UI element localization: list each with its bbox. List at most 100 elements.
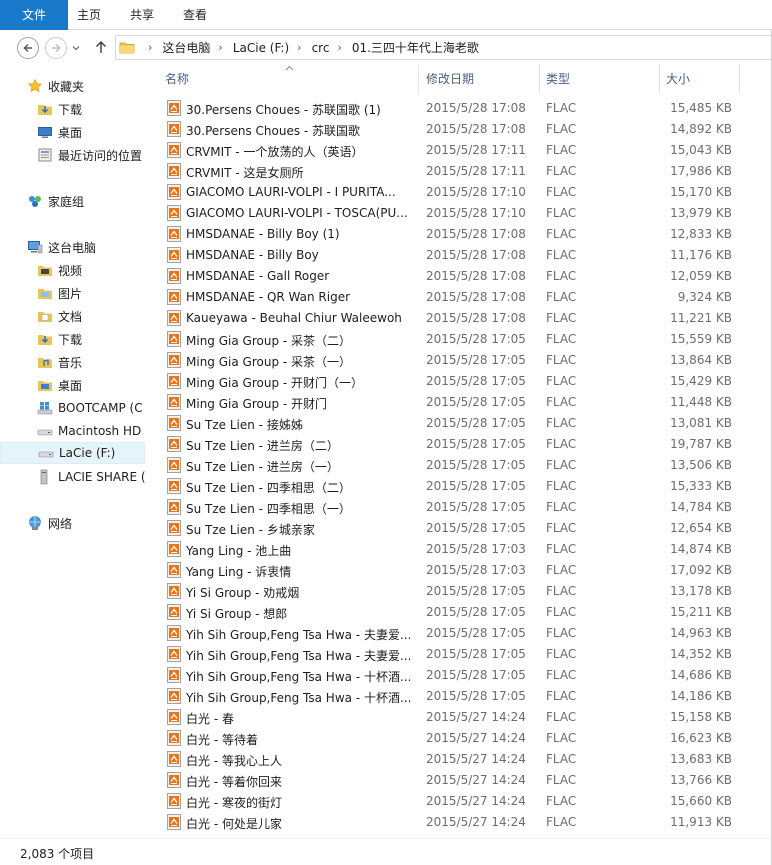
file-row[interactable]: Ming Gia Group - 开财门 2015/5/28 17:05 FLAC 1… xyxy=(160,392,772,413)
sidebar-item-bootcamp[interactable]: BOOTCAMP (C xyxy=(0,397,152,419)
sidebar-item-pictures[interactable]: 图片 xyxy=(0,282,152,304)
file-row[interactable]: Ming Gia Group - 采茶（一） 2015/5/28 17:05 FLA… xyxy=(160,350,772,371)
file-row[interactable]: Su Tze Lien - 进兰房（一） 2015/5/28 17:05 FLAC 1… xyxy=(160,455,772,476)
tab-share[interactable]: 共享 xyxy=(120,0,164,30)
file-row[interactable]: Su Tze Lien - 四季相思（一） 2015/5/28 17:05 FLAC… xyxy=(160,497,772,518)
sidebar-label: 桌面 xyxy=(58,125,83,140)
file-name: Su Tze Lien - 四季相思（一） xyxy=(186,502,351,516)
file-row[interactable]: Kaueyawa - Beuhal Chiur Waleewoh 2015/5/2… xyxy=(160,308,772,329)
file-row[interactable]: Su Tze Lien - 乡城亲家 2015/5/28 17:05 FLAC 12,… xyxy=(160,518,772,539)
breadcrumb-lacie[interactable]: LaCie (F:) xyxy=(233,41,289,55)
file-row[interactable]: 白光 - 何处是儿家 2015/5/27 14:24 FLAC 11,913 KB xyxy=(160,812,772,833)
file-row[interactable]: HMSDANAE - Billy Boy (1) 2015/5/28 17:08 F… xyxy=(160,224,772,245)
file-size: 13,864 KB xyxy=(670,353,732,367)
file-row[interactable]: 30.Persens Choues - 苏联国歌 (1) 2015/5/28 17… xyxy=(160,98,772,119)
column-divider[interactable] xyxy=(539,64,540,94)
file-row[interactable]: Yih Sih Group,Feng Tsa Hwa - 夫妻爱... 2015/… xyxy=(160,623,772,644)
breadcrumb-current-folder[interactable]: 01.三四十年代上海老歌 xyxy=(352,39,479,56)
flac-file-icon xyxy=(167,772,181,788)
breadcrumb-separator-icon[interactable]: › xyxy=(218,41,222,54)
file-row[interactable]: 30.Persens Choues - 苏联国歌 2015/5/28 17:08 F… xyxy=(160,119,772,140)
file-row[interactable]: Yang Ling - 诉衷情 2015/5/28 17:03 FLAC 17,092… xyxy=(160,560,772,581)
back-button[interactable] xyxy=(17,37,39,59)
address-bar[interactable]: › 这台电脑 › LaCie (F:) › crc › 01.三四十年代上海老歌 xyxy=(115,35,772,60)
file-date: 2015/5/28 17:05 xyxy=(426,395,526,409)
file-date: 2015/5/27 14:24 xyxy=(426,710,526,724)
sidebar-item-documents[interactable]: 文档 xyxy=(0,305,152,327)
tab-view[interactable]: 查看 xyxy=(173,0,217,30)
file-name: Ming Gia Group - 采茶（二） xyxy=(186,334,352,348)
file-row[interactable]: Su Tze Lien - 进兰房（二） 2015/5/28 17:05 FLAC 1… xyxy=(160,434,772,455)
file-row[interactable]: Yi Si Group - 劝戒烟 2015/5/28 17:05 FLAC 13,1… xyxy=(160,581,772,602)
file-date: 2015/5/28 17:11 xyxy=(426,143,526,157)
breadcrumb-separator-icon[interactable]: › xyxy=(337,41,341,54)
flac-file-icon xyxy=(167,331,181,347)
file-row[interactable]: Yang Ling - 池上曲 2015/5/28 17:03 FLAC 14,874… xyxy=(160,539,772,560)
sidebar-favorites[interactable]: 收藏夹 xyxy=(0,75,152,97)
sidebar-item-music[interactable]: 音乐 xyxy=(0,351,152,373)
sidebar-item-desktop-pc[interactable]: 桌面 xyxy=(0,374,152,396)
file-type: FLAC xyxy=(546,668,577,682)
breadcrumb-crc[interactable]: crc xyxy=(312,41,330,55)
sidebar-item-macintosh-hd[interactable]: Macintosh HD xyxy=(0,420,152,442)
file-row[interactable]: GIACOMO LAURI-VOLPI - I PURITA... 2015/5/… xyxy=(160,182,772,203)
recent-locations-chevron-icon[interactable] xyxy=(71,44,81,52)
file-date: 2015/5/27 14:24 xyxy=(426,794,526,808)
sidebar-this-pc[interactable]: 这台电脑 xyxy=(0,236,152,258)
column-header-date[interactable]: 修改日期 xyxy=(426,64,536,94)
file-row[interactable]: Yih Sih Group,Feng Tsa Hwa - 夫妻爱... 2015/… xyxy=(160,644,772,665)
file-row[interactable]: Yih Sih Group,Feng Tsa Hwa - 十杯酒... 2015/… xyxy=(160,686,772,707)
file-size: 11,221 KB xyxy=(670,311,732,325)
sidebar-network[interactable]: 网络 xyxy=(0,512,152,534)
sidebar-item-recent-places[interactable]: 最近访问的位置 xyxy=(0,144,152,166)
file-size: 14,352 KB xyxy=(670,647,732,661)
file-row[interactable]: 白光 - 等待着 2015/5/27 14:24 FLAC 16,623 KB xyxy=(160,728,772,749)
column-header-type[interactable]: 类型 xyxy=(546,64,656,94)
file-row[interactable]: HMSDANAE - QR Wan Riger 2015/5/28 17:08 FL… xyxy=(160,287,772,308)
file-row[interactable]: GIACOMO LAURI-VOLPI - TOSCA(PU... 2015/5/… xyxy=(160,203,772,224)
file-row[interactable]: 白光 - 春 2015/5/27 14:24 FLAC 15,158 KB xyxy=(160,707,772,728)
column-divider[interactable] xyxy=(418,64,419,94)
file-name: Ming Gia Group - 开财门 xyxy=(186,397,328,411)
computer-icon xyxy=(28,241,43,254)
file-size: 15,559 KB xyxy=(670,332,732,346)
file-type: FLAC xyxy=(546,563,577,577)
sidebar-item-lacie[interactable]: LaCie (F:) xyxy=(0,442,145,464)
forward-button[interactable] xyxy=(45,37,67,59)
sidebar-item-lacie-share[interactable]: LACIE SHARE ( xyxy=(0,466,152,488)
file-row[interactable]: 白光 - 等我心上人 2015/5/27 14:24 FLAC 13,683 KB xyxy=(160,749,772,770)
file-row[interactable]: Ming Gia Group - 采茶（二） 2015/5/28 17:05 FLA… xyxy=(160,329,772,350)
file-row[interactable]: HMSDANAE - Billy Boy 2015/5/28 17:08 FLAC 1… xyxy=(160,245,772,266)
file-row[interactable]: Ming Gia Group - 开财门（一） 2015/5/28 17:05 FL… xyxy=(160,371,772,392)
file-row[interactable]: CRVMIT - 这是女厕所 2015/5/28 17:11 FLAC 17,986 … xyxy=(160,161,772,182)
column-divider[interactable] xyxy=(739,64,740,94)
flac-file-icon xyxy=(167,247,181,263)
sidebar-item-downloads[interactable]: 下载 xyxy=(0,98,152,120)
tab-home[interactable]: 主页 xyxy=(68,0,110,30)
file-size: 15,429 KB xyxy=(670,374,732,388)
up-arrow-icon[interactable] xyxy=(93,39,109,55)
sidebar-item-downloads-pc[interactable]: 下载 xyxy=(0,328,152,350)
file-date: 2015/5/28 17:08 xyxy=(426,227,526,241)
file-row[interactable]: HMSDANAE - Gall Roger 2015/5/28 17:08 FLAC… xyxy=(160,266,772,287)
tab-file[interactable]: 文件 xyxy=(0,0,68,30)
breadcrumb-separator-icon[interactable]: › xyxy=(297,41,301,54)
file-size: 12,833 KB xyxy=(670,227,732,241)
file-row[interactable]: 白光 - 寒夜的街灯 2015/5/27 14:24 FLAC 15,660 KB xyxy=(160,791,772,812)
file-row[interactable]: Su Tze Lien - 四季相思（二） 2015/5/28 17:05 FLAC… xyxy=(160,476,772,497)
column-divider[interactable] xyxy=(659,64,660,94)
file-row[interactable]: Su Tze Lien - 接姊姊 2015/5/28 17:05 FLAC 13,0… xyxy=(160,413,772,434)
file-row[interactable]: Yi Si Group - 想郎 2015/5/28 17:05 FLAC 15,21… xyxy=(160,602,772,623)
sidebar-item-videos[interactable]: 视频 xyxy=(0,259,152,281)
column-header-name[interactable]: 名称 xyxy=(165,64,415,94)
sidebar-item-desktop[interactable]: 桌面 xyxy=(0,121,152,143)
column-header-size[interactable]: 大小 xyxy=(666,64,736,94)
navigation-bar: › 这台电脑 › LaCie (F:) › crc › 01.三四十年代上海老歌 xyxy=(0,30,772,64)
sidebar-homegroup[interactable]: 家庭组 xyxy=(0,190,152,212)
flac-file-icon xyxy=(167,730,181,746)
file-row[interactable]: Yih Sih Group,Feng Tsa Hwa - 十杯酒... 2015/… xyxy=(160,665,772,686)
file-row[interactable]: 白光 - 等着你回来 2015/5/27 14:24 FLAC 13,766 KB xyxy=(160,770,772,791)
file-row[interactable]: CRVMIT - 一个放荡的人（英语） 2015/5/28 17:11 FLAC 15… xyxy=(160,140,772,161)
file-name: Yang Ling - 池上曲 xyxy=(186,544,292,558)
breadcrumb-this-pc[interactable]: 这台电脑 xyxy=(162,39,210,56)
